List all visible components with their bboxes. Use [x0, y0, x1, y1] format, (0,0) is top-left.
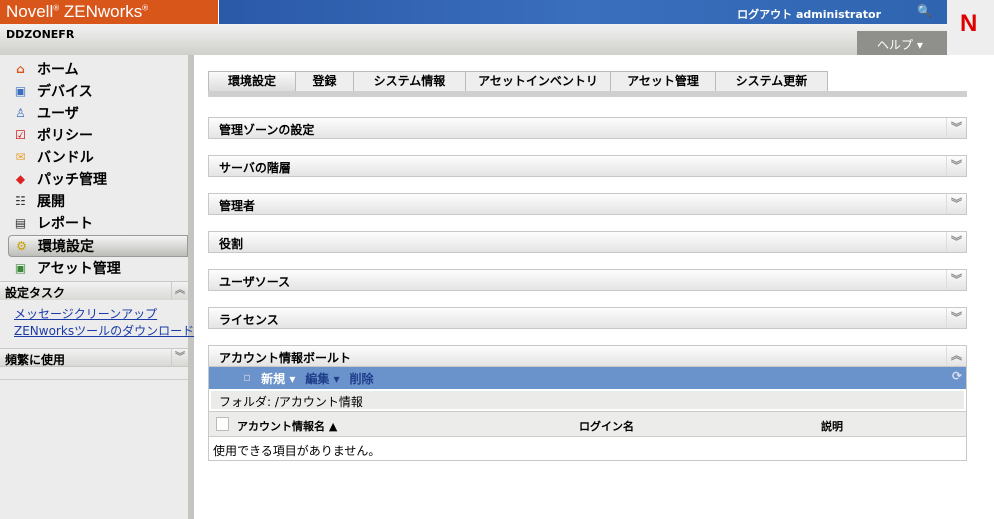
task-download-tools[interactable]: ZENworksツールのダウンロード — [14, 322, 194, 339]
expand-icon[interactable]: ︾ — [946, 118, 966, 138]
zone-name: DDZONEFR — [6, 28, 75, 41]
tab-registration[interactable]: 登録 — [295, 71, 354, 92]
panel-roles[interactable]: 役割 ︾ — [208, 231, 967, 253]
collapse-icon[interactable]: ︽ — [171, 282, 188, 300]
panel-title: アカウント情報ボールト — [219, 351, 352, 365]
label: ホーム — [37, 62, 79, 78]
sidebar-splitter[interactable] — [188, 55, 194, 519]
report-icon: ▤ — [14, 216, 27, 230]
sidebar-item-home[interactable]: ⌂ ホーム — [12, 58, 188, 80]
config-tasks-header[interactable]: 設定タスク ︽ — [0, 281, 188, 300]
refresh-icon[interactable]: ⟳ — [952, 369, 962, 383]
divider — [0, 379, 188, 380]
logout-link[interactable]: ログアウト administrator — [737, 6, 881, 22]
patch-icon: ◆ — [15, 172, 26, 186]
label: ユーザ — [37, 106, 79, 122]
label: パッチ管理 — [37, 172, 107, 188]
panel-server-hierarchy[interactable]: サーバの階層 ︾ — [208, 155, 967, 177]
monitor-icon: ▣ — [14, 84, 27, 98]
expand-icon[interactable]: ︾ — [946, 232, 966, 252]
key-icon[interactable]: 🔍 — [917, 4, 932, 18]
user-icon: ♙ — [15, 106, 26, 120]
label: 頻繁に使用 — [5, 353, 66, 367]
table-header: アカウント情報名 ▲ ログイン名 説明 — [209, 411, 966, 437]
sidebar-item-configuration[interactable]: ⚙ 環境設定 — [8, 235, 188, 257]
sidebar-item-policies[interactable]: ☑ ポリシー — [12, 124, 188, 146]
panel-user-sources[interactable]: ユーザソース ︾ — [208, 269, 967, 291]
empty-message: 使用できる項目がありません。 — [213, 444, 381, 458]
tab-underline — [208, 91, 967, 97]
sidebar-item-deploy[interactable]: ☷ 展開 — [12, 190, 188, 212]
column-login-name[interactable]: ログイン名 — [579, 418, 634, 434]
edit-button[interactable]: 編集 ▾ — [305, 370, 339, 389]
sidebar-item-users[interactable]: ♙ ユーザ — [12, 102, 188, 124]
panel-title: 管理者 — [219, 199, 256, 213]
tab-configuration[interactable]: 環境設定 — [208, 71, 296, 92]
label: バンドル — [37, 150, 94, 166]
panel-title: 管理ゾーンの設定 — [219, 123, 315, 137]
home-icon: ⌂ — [16, 62, 25, 76]
tab-asset-inventory[interactable]: アセットインベントリ — [465, 71, 611, 92]
column-description[interactable]: 説明 — [821, 418, 843, 434]
sidebar-item-bundles[interactable]: ✉ バンドル — [12, 146, 188, 168]
select-all-checkbox[interactable] — [216, 417, 229, 431]
credential-vault-panel: アカウント情報ボールト ︽ ▫ 新規 ▾ 編集 ▾ 削除 ⟳ フォルダ: /アカウ… — [208, 345, 967, 461]
gear-icon: ⚙ — [16, 239, 27, 253]
expand-icon[interactable]: ︾ — [946, 156, 966, 176]
label: 展開 — [37, 194, 65, 210]
asset-icon: ▣ — [14, 261, 27, 275]
tab-system-updates[interactable]: システム更新 — [715, 71, 828, 92]
frequently-used-header[interactable]: 頻繁に使用 ︾ — [0, 348, 188, 367]
sidebar-item-reports[interactable]: ▤ レポート — [12, 212, 188, 234]
expand-icon[interactable]: ︾ — [946, 194, 966, 214]
delete-button[interactable]: 削除 — [350, 370, 374, 389]
label: 環境設定 — [38, 239, 94, 255]
label: アセット管理 — [37, 261, 121, 277]
panel-zone-settings[interactable]: 管理ゾーンの設定 ︾ — [208, 117, 967, 139]
help-button[interactable]: ヘルプ ▾ — [857, 31, 947, 55]
bundle-icon: ✉ — [15, 150, 26, 164]
panel-title: ユーザソース — [219, 275, 291, 289]
label: レポート — [37, 216, 93, 232]
panel-title: サーバの階層 — [219, 161, 291, 175]
novell-logo: N — [960, 10, 978, 37]
brand-logo: Novell® ZENworks® — [0, 0, 218, 24]
expand-icon[interactable]: ︾ — [946, 270, 966, 290]
label: デバイス — [37, 84, 93, 100]
folder-up-icon[interactable]: ▫ — [243, 370, 251, 389]
expand-icon[interactable]: ︾ — [171, 349, 188, 367]
deploy-icon: ☷ — [15, 194, 26, 208]
policy-icon: ☑ — [15, 128, 26, 142]
panel-administrators[interactable]: 管理者 ︾ — [208, 193, 967, 215]
new-button[interactable]: 新規 ▾ — [261, 370, 295, 389]
folder-path: フォルダ: /アカウント情報 — [211, 391, 964, 409]
vault-header[interactable]: アカウント情報ボールト ︽ — [208, 345, 967, 367]
expand-icon[interactable]: ︾ — [946, 308, 966, 328]
panel-licenses[interactable]: ライセンス ︾ — [208, 307, 967, 329]
tab-system-info[interactable]: システム情報 — [353, 71, 466, 92]
tab-asset-management[interactable]: アセット管理 — [610, 71, 716, 92]
collapse-icon[interactable]: ︽ — [946, 346, 966, 366]
vault-toolbar: ▫ 新規 ▾ 編集 ▾ 削除 ⟳ — [209, 367, 966, 389]
panel-title: 役割 — [219, 237, 244, 251]
label: 設定タスク — [5, 286, 66, 300]
sidebar-item-patch[interactable]: ◆ パッチ管理 — [12, 168, 188, 190]
panel-title: ライセンス — [219, 313, 279, 327]
zone-bar — [0, 24, 947, 55]
task-message-cleanup[interactable]: メッセージクリーンアップ — [14, 305, 157, 322]
label: ポリシー — [37, 128, 93, 144]
sidebar-item-asset-management[interactable]: ▣ アセット管理 — [12, 257, 188, 279]
column-credential-name[interactable]: アカウント情報名 ▲ — [237, 418, 337, 434]
sidebar-item-devices[interactable]: ▣ デバイス — [12, 80, 188, 102]
